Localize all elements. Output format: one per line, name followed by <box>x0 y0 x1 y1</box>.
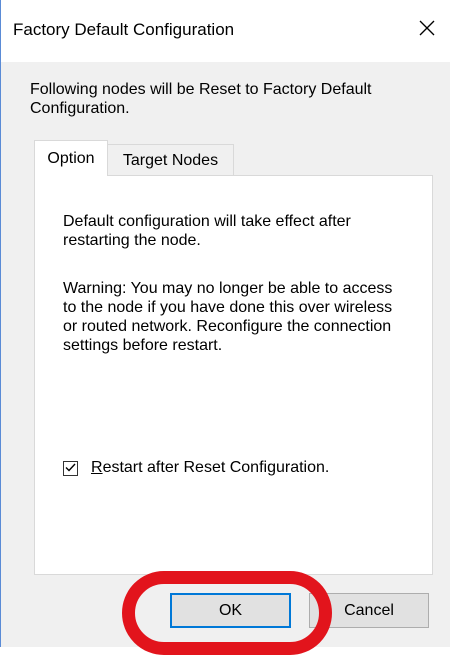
close-icon <box>419 20 435 41</box>
warning-text: Warning: You may no longer be able to ac… <box>63 280 393 354</box>
restart-checkbox-label: Restart after Reset Configuration. <box>91 459 329 477</box>
tab-option[interactable]: Option <box>34 140 108 176</box>
dialog-title: Factory Default Configuration <box>13 20 235 39</box>
option-tab-panel: Default configuration will take effect a… <box>34 175 433 575</box>
cancel-button[interactable]: Cancel <box>309 593 429 628</box>
title-bar: Factory Default Configuration <box>1 0 450 62</box>
close-button[interactable] <box>407 10 447 50</box>
factory-default-dialog: Factory Default Configuration Following … <box>0 0 450 655</box>
restart-checkbox[interactable]: Restart after Reset Configuration. <box>63 459 329 477</box>
restart-hotkey-letter: R <box>91 459 103 476</box>
ok-button[interactable]: OK <box>170 593 291 628</box>
dialog-message: Following nodes will be Reset to Factory… <box>30 81 372 117</box>
restart-label-rest: estart after Reset Configuration. <box>102 459 330 476</box>
tab-target-nodes[interactable]: Target Nodes <box>108 144 234 176</box>
restart-checkbox-box[interactable] <box>63 459 78 477</box>
info-text: Default configuration will take effect a… <box>63 213 351 249</box>
checkmark-icon <box>65 459 76 477</box>
